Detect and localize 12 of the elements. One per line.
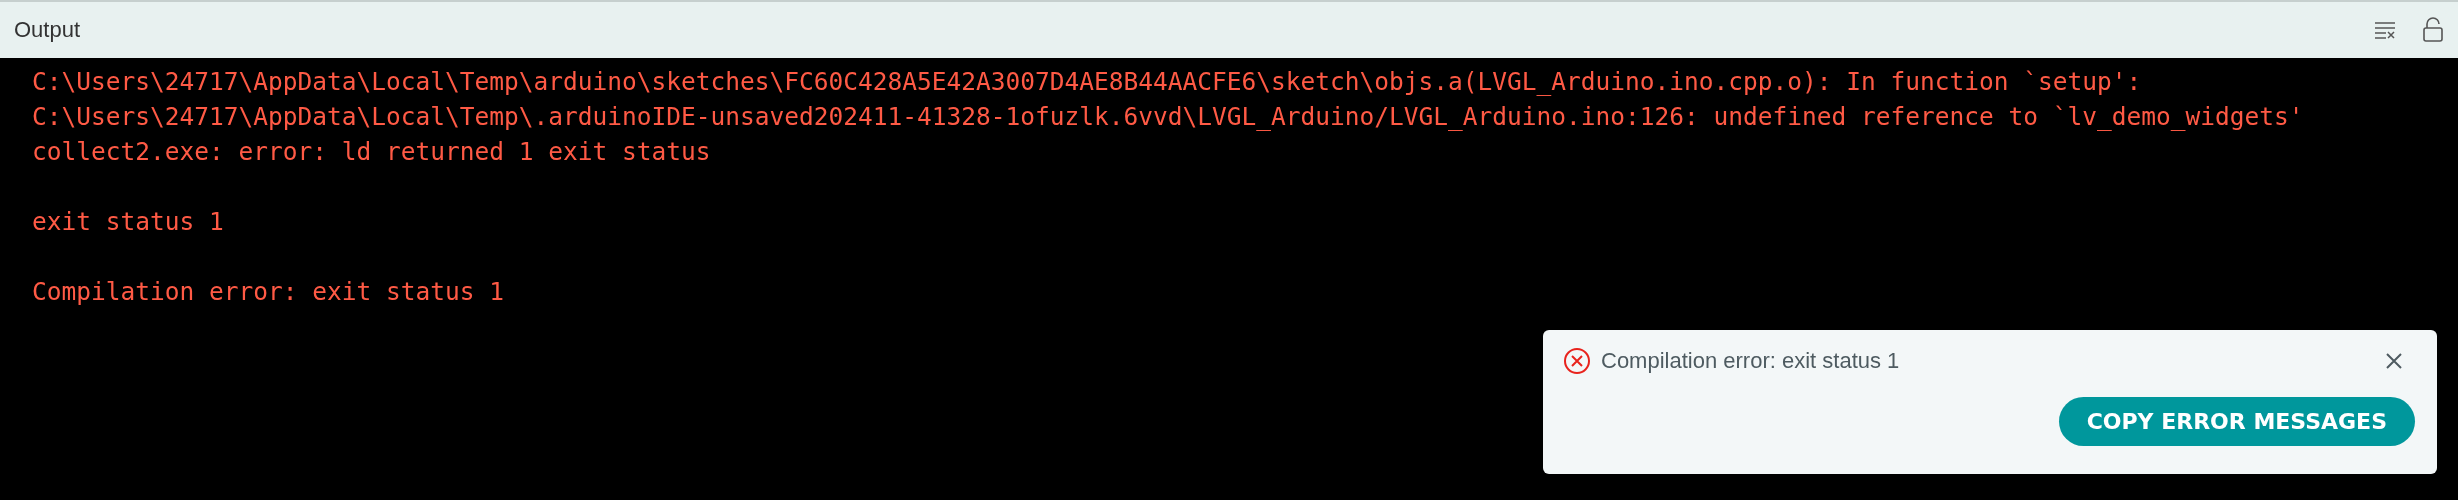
clear-output-icon[interactable] [2374, 21, 2396, 39]
error-icon [1563, 347, 1591, 375]
panel-title: Output [14, 17, 81, 43]
unlock-icon[interactable] [2422, 17, 2444, 43]
close-icon[interactable] [2385, 352, 2403, 370]
copy-error-messages-button[interactable]: COPY ERROR MESSAGES [2058, 397, 2415, 446]
notification-message: Compilation error: exit status 1 [1601, 348, 1901, 374]
output-line: exit status 1 [32, 206, 224, 238]
output-line: C:\Users\24717\AppData\Local\Temp\.arduinoIDE-unsaved202411-41328-1ofuzlk.6vvd\LVGL_Arduino/LVGL_Arduino.ino:126: undefined reference to `lv_demo_widgets' [32, 101, 2304, 133]
output-line: collect2.exe: error: ld returned 1 exit status [32, 136, 712, 168]
output-line: Compilation error: exit status 1 [32, 276, 504, 308]
output-line: C:\Users\24717\AppData\Local\Temp\arduino\sketches\FC60C428A5E42A3007D4AE8B44AACFE6\sketch\objs.a(LVGL_Arduino.ino.cpp.o): In function `setup': [32, 66, 2143, 98]
